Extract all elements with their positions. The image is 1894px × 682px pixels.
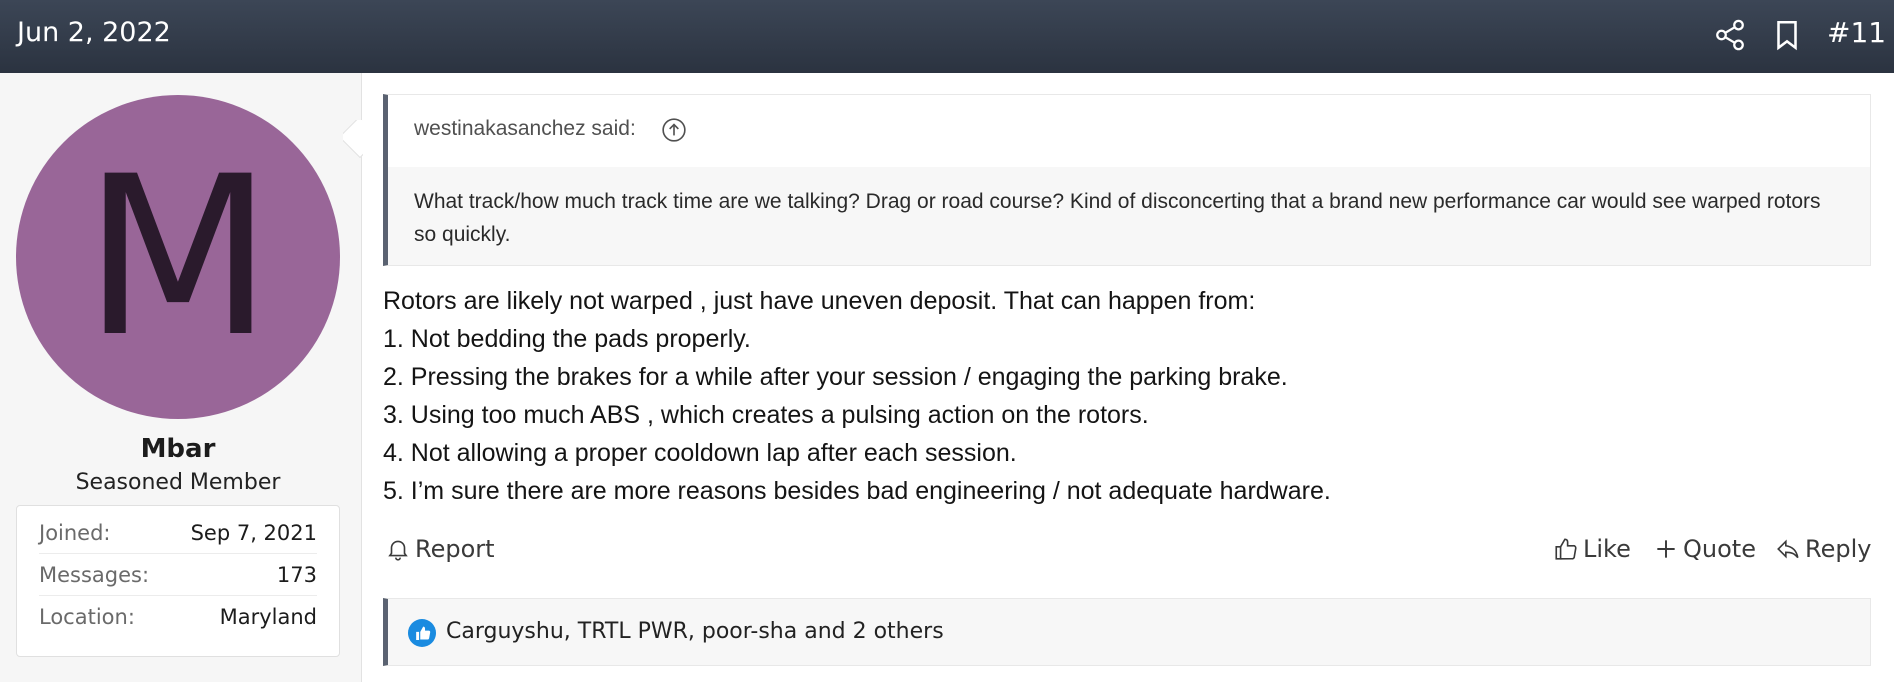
stat-location: Location: Maryland <box>39 596 317 638</box>
plus-icon <box>1657 540 1675 558</box>
user-stats: Joined: Sep 7, 2021 Messages: 173 Locati… <box>16 505 340 657</box>
quote-button[interactable]: Quote <box>1653 535 1756 563</box>
post-actions: Report Like Quote Reply <box>383 531 1873 571</box>
message-body: Rotors are likely not warped , just have… <box>383 282 1873 510</box>
stat-label: Joined: <box>39 520 111 545</box>
thumbs-up-icon <box>1555 538 1577 560</box>
stat-joined: Joined: Sep 7, 2021 <box>39 512 317 554</box>
like-reaction-icon <box>408 619 436 647</box>
reply-label: Reply <box>1805 535 1872 563</box>
share-icon[interactable] <box>1713 18 1747 52</box>
stat-label: Location: <box>39 605 135 629</box>
message-line: 4. Not allowing a proper cooldown lap af… <box>383 439 1017 467</box>
report-label: Report <box>415 535 495 563</box>
quote-text: What track/how much track time are we ta… <box>388 167 1870 265</box>
reply-arrow-icon <box>1777 539 1799 559</box>
message-line: 1. Not bedding the pads properly. <box>383 325 751 353</box>
post-number-link[interactable]: #11 <box>1827 16 1886 49</box>
like-label: Like <box>1583 535 1631 563</box>
message-line: Rotors are likely not warped , just have… <box>383 287 1256 315</box>
reactions-bar: Carguyshu, TRTL PWR, poor-sha and 2 othe… <box>383 598 1871 666</box>
stat-value[interactable]: 173 <box>277 563 317 587</box>
stat-value: Sep 7, 2021 <box>190 520 317 545</box>
username[interactable]: Mbar <box>0 434 356 464</box>
report-button[interactable]: Report <box>385 535 495 563</box>
message-line: 5. I’m sure there are more reasons besid… <box>383 477 1331 505</box>
user-title: Seasoned Member <box>75 470 281 495</box>
quote-label: Quote <box>1683 535 1756 563</box>
message-line: 3. Using too much ABS , which creates a … <box>383 401 1149 429</box>
bookmark-icon[interactable] <box>1770 18 1804 52</box>
reaction-users[interactable]: Carguyshu, TRTL PWR, poor-sha and 2 othe… <box>446 619 944 644</box>
message-line: 2. Pressing the brakes for a while after… <box>383 363 1288 391</box>
avatar[interactable]: M <box>16 95 340 419</box>
stat-label: Messages: <box>39 562 150 587</box>
like-button[interactable]: Like <box>1553 535 1631 563</box>
reply-button[interactable]: Reply <box>1775 535 1871 563</box>
bell-icon <box>388 540 408 561</box>
post-header: Jun 2, 2022 #11 <box>0 0 1894 73</box>
quote-block: westinakasanchez said: What track/how mu… <box>383 94 1871 266</box>
quote-author[interactable]: westinakasanchez said: <box>414 117 636 141</box>
user-sidebar: M Mbar Seasoned Member Joined: Sep 7, 20… <box>0 73 362 682</box>
post-date[interactable]: Jun 2, 2022 <box>17 17 171 48</box>
quote-header: westinakasanchez said: <box>388 95 1870 167</box>
post-pointer-arrow <box>343 120 363 160</box>
stat-value[interactable]: Maryland <box>220 605 317 629</box>
stat-messages: Messages: 173 <box>39 554 317 596</box>
jump-to-quote-icon[interactable] <box>661 117 687 143</box>
